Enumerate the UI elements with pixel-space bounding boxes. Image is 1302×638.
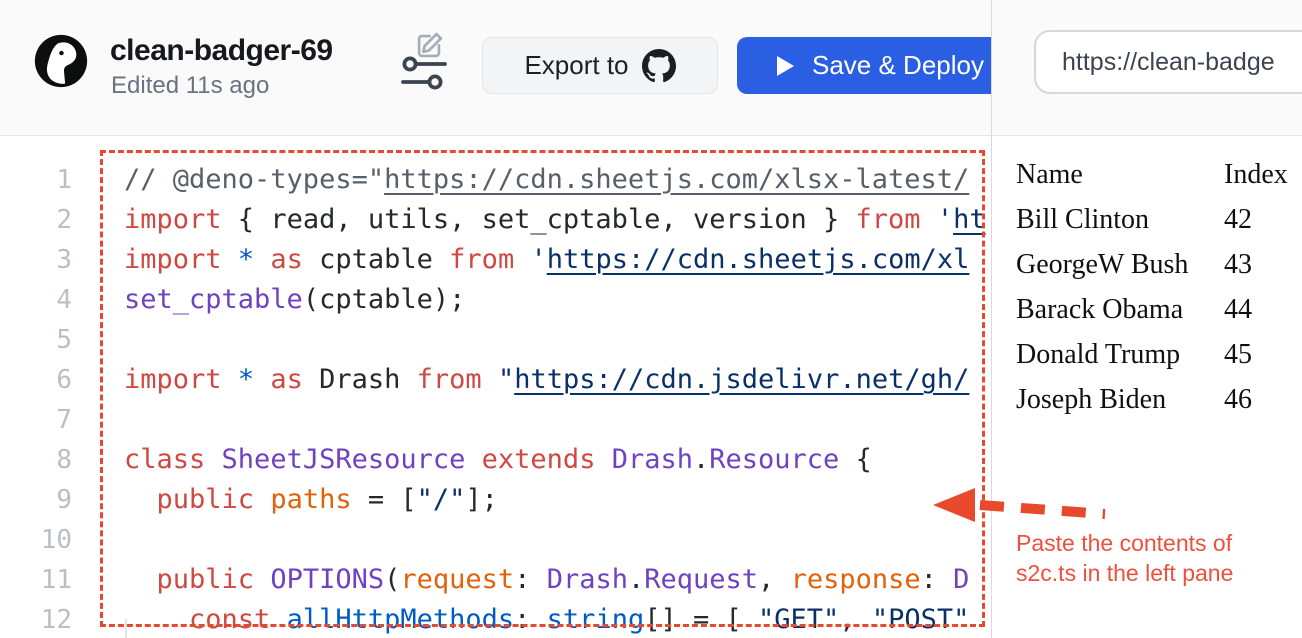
line-number: 6 [0,360,72,400]
code-line[interactable]: 9 public paths = ["/"]; [0,480,991,520]
edited-timestamp: Edited 11s ago [111,72,269,100]
code-text: class SheetJSResource extends Drash.Reso… [124,440,872,480]
code-line[interactable]: 12 const allHttpMethods: string[] = [ "G… [0,600,991,638]
code-line[interactable]: 1 // @deno-types="https://cdn.sheetjs.com… [0,160,991,200]
code-text: import * as cptable from 'https://cdn.sh… [124,240,969,280]
code-line[interactable]: 3 import * as cptable from 'https://cdn.s… [0,240,991,280]
index-cell: 46 [1224,377,1288,422]
table-row: Donald Trump45 [1016,332,1288,377]
name-cell: Name [1016,152,1224,197]
deno-logo [33,33,89,89]
line-number: 11 [0,560,72,600]
playground-pane: clean-badger-69 Edited 11s ago Export to… [0,0,991,638]
code-line[interactable]: 11 public OPTIONS(request: Drash.Request… [0,560,991,600]
code-line[interactable]: 7 [0,400,991,440]
line-number: 5 [0,320,72,360]
name-cell: Barack Obama [1016,287,1224,332]
share-settings-icon[interactable] [401,55,447,91]
code-line[interactable]: 2 import { read, utils, set_cptable, vers… [0,200,991,240]
preview-toolbar [992,0,1302,136]
code-line[interactable]: 8 class SheetJSResource extends Drash.Res… [0,440,991,480]
line-number: 4 [0,280,72,320]
table-row: Barack Obama44 [1016,287,1288,332]
table-row: Bill Clinton42 [1016,197,1288,242]
index-cell: 42 [1224,197,1288,242]
name-cell: Joseph Biden [1016,377,1224,422]
indent-guide [125,619,127,638]
playground-header: clean-badger-69 Edited 11s ago Export to… [0,0,991,136]
line-number: 9 [0,480,72,520]
table-row: Joseph Biden46 [1016,377,1288,422]
code-text: public paths = ["/"]; [124,480,498,520]
results-table-body: NameIndexBill Clinton42GeorgeW Bush43Bar… [1016,152,1288,422]
code-editor[interactable]: 1 // @deno-types="https://cdn.sheetjs.com… [0,137,991,638]
line-number: 3 [0,240,72,280]
results-table: NameIndexBill Clinton42GeorgeW Bush43Bar… [1016,152,1288,422]
table-row: GeorgeW Bush43 [1016,242,1288,287]
save-deploy-button[interactable]: Save & Deploy [737,37,991,94]
play-icon [777,56,794,76]
code-text: const allHttpMethods: string[] = [ "GET"… [124,600,969,638]
export-to-github-button[interactable]: Export to [482,37,718,94]
save-button-label: Save & Deploy [812,50,984,81]
code-line[interactable]: 10 [0,520,991,560]
code-text: public OPTIONS(request: Drash.Request, r… [124,560,969,600]
code-text: import * as Drash from "https://cdn.jsde… [124,360,969,400]
github-icon [642,49,676,83]
index-cell: Index [1224,152,1288,197]
code-text: import { read, utils, set_cptable, versi… [124,200,986,240]
line-number: 10 [0,520,72,560]
code-lines: 1 // @deno-types="https://cdn.sheetjs.com… [0,160,991,638]
code-line[interactable]: 4 set_cptable(cptable); [0,280,991,320]
index-cell: 43 [1224,242,1288,287]
line-number: 1 [0,160,72,200]
index-cell: 45 [1224,332,1288,377]
name-cell: Donald Trump [1016,332,1224,377]
url-input[interactable] [1034,30,1302,94]
line-number: 12 [0,600,72,638]
project-title: clean-badger-69 [110,34,333,68]
annotation-text: Paste the contents of s2c.ts in the left… [1016,528,1268,588]
export-button-label: Export to [524,50,628,81]
code-text: // @deno-types="https://cdn.sheetjs.com/… [124,160,969,200]
name-cell: Bill Clinton [1016,197,1224,242]
index-cell: 44 [1224,287,1288,332]
line-number: 2 [0,200,72,240]
table-header-row: NameIndex [1016,152,1288,197]
name-cell: GeorgeW Bush [1016,242,1224,287]
code-line[interactable]: 6 import * as Drash from "https://cdn.jsd… [0,360,991,400]
line-number: 8 [0,440,72,480]
code-line[interactable]: 5 [0,320,991,360]
code-text: set_cptable(cptable); [124,280,465,320]
line-number: 7 [0,400,72,440]
